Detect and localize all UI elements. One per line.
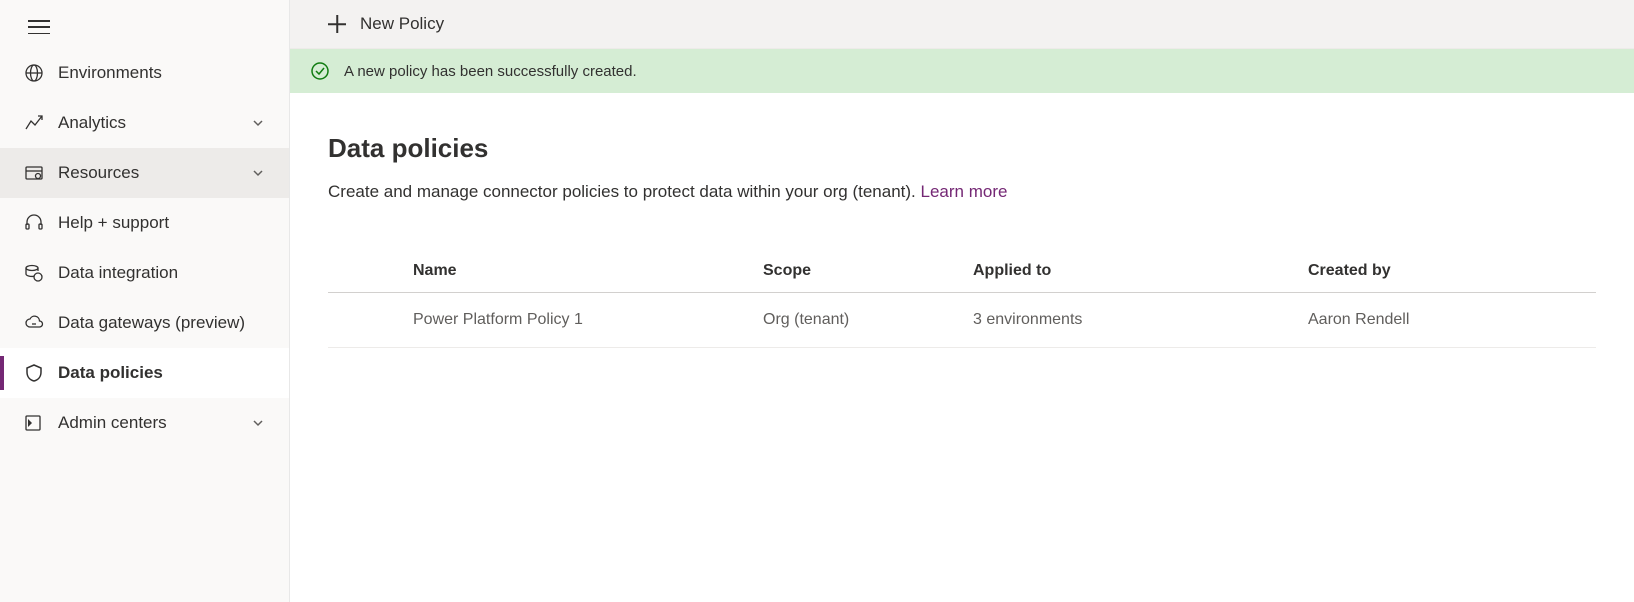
sidebar: Environments Analytics Resources Help + … (0, 0, 290, 602)
cell-applied-to: 3 environments (973, 311, 1308, 329)
sidebar-item-data-integration[interactable]: Data integration (0, 248, 289, 298)
page-content: Data policies Create and manage connecto… (290, 93, 1634, 388)
analytics-icon (24, 113, 44, 133)
main-content: New Policy A new policy has been success… (290, 0, 1634, 602)
header-scope[interactable]: Scope (763, 262, 973, 280)
sidebar-item-data-policies[interactable]: Data policies (0, 348, 289, 398)
headset-icon (24, 213, 44, 233)
header-created-by[interactable]: Created by (1308, 262, 1596, 280)
sidebar-item-analytics[interactable]: Analytics (0, 98, 289, 148)
header-name[interactable]: Name (413, 262, 763, 280)
page-title: Data policies (328, 133, 1596, 164)
table-header: Name Scope Applied to Created by (328, 250, 1596, 293)
hamburger-icon (28, 20, 50, 34)
sidebar-item-label: Admin centers (58, 413, 251, 433)
sidebar-item-label: Data policies (58, 363, 265, 383)
sidebar-item-resources[interactable]: Resources (0, 148, 289, 198)
new-policy-button[interactable]: New Policy (328, 14, 444, 34)
sidebar-item-help-support[interactable]: Help + support (0, 198, 289, 248)
cell-scope: Org (tenant) (763, 311, 973, 329)
cloud-gateway-icon (24, 313, 44, 333)
page-description: Create and manage connector policies to … (328, 182, 1596, 202)
header-applied-to[interactable]: Applied to (973, 262, 1308, 280)
success-banner: A new policy has been successfully creat… (290, 49, 1634, 93)
banner-message: A new policy has been successfully creat… (344, 63, 637, 80)
sidebar-item-environments[interactable]: Environments (0, 48, 289, 98)
hamburger-menu-button[interactable] (0, 0, 289, 48)
admin-centers-icon (24, 413, 44, 433)
shield-icon (24, 363, 44, 383)
sidebar-item-label: Data gateways (preview) (58, 313, 265, 333)
sidebar-item-label: Help + support (58, 213, 265, 233)
sidebar-item-label: Data integration (58, 263, 265, 283)
cell-name: Power Platform Policy 1 (413, 311, 763, 329)
resources-icon (24, 163, 44, 183)
new-policy-label: New Policy (360, 14, 444, 34)
checkmark-circle-icon (310, 61, 330, 81)
chevron-down-icon (251, 116, 265, 130)
toolbar: New Policy (290, 0, 1634, 49)
learn-more-link[interactable]: Learn more (921, 182, 1008, 201)
sidebar-item-label: Resources (58, 163, 251, 183)
sidebar-item-label: Environments (58, 63, 265, 83)
chevron-down-icon (251, 166, 265, 180)
policy-table: Name Scope Applied to Created by Power P… (328, 250, 1596, 348)
cell-created-by: Aaron Rendell (1308, 311, 1596, 329)
table-row[interactable]: Power Platform Policy 1 Org (tenant) 3 e… (328, 293, 1596, 348)
database-sync-icon (24, 263, 44, 283)
plus-icon (328, 15, 346, 33)
chevron-down-icon (251, 416, 265, 430)
sidebar-item-label: Analytics (58, 113, 251, 133)
sidebar-item-admin-centers[interactable]: Admin centers (0, 398, 289, 448)
sidebar-item-data-gateways[interactable]: Data gateways (preview) (0, 298, 289, 348)
globe-icon (24, 63, 44, 83)
